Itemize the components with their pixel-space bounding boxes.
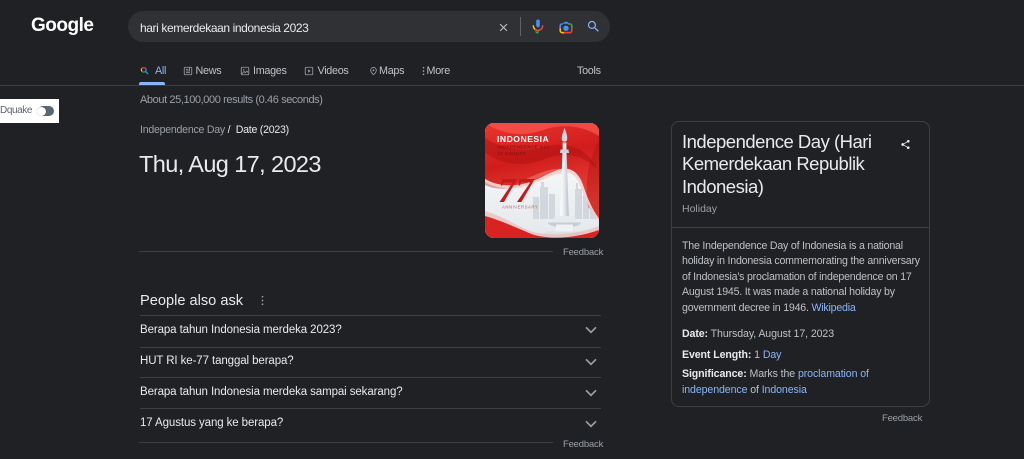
svg-text:INDEPENDENCE DAY: INDEPENDENCE DAY <box>498 145 551 150</box>
svg-text:INDONESIA: INDONESIA <box>497 134 549 144</box>
svg-text:17 AUGUST: 17 AUGUST <box>498 151 527 156</box>
svg-text:ANNIVERSARY: ANNIVERSARY <box>502 205 538 210</box>
